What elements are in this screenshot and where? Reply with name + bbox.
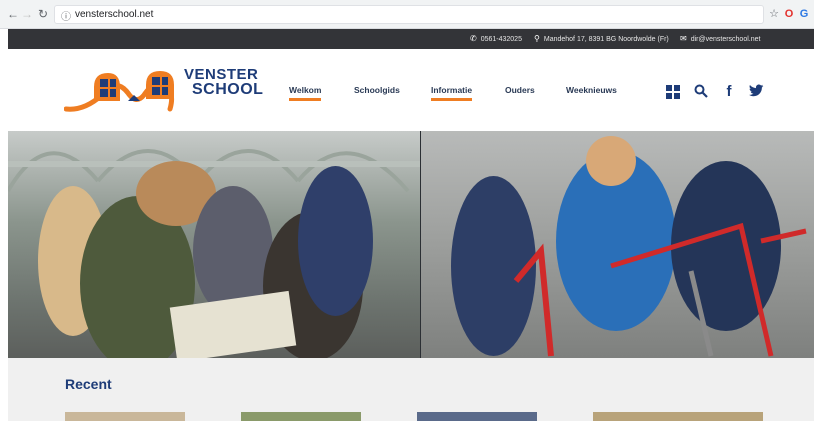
logo-line-1: VENSTER (184, 66, 259, 83)
website: ✆ 0561-432025 ⚲ Mandehof 17, 8391 BG Noord… (8, 29, 814, 421)
nav-item-welkom[interactable]: Welkom (289, 85, 322, 105)
nav-item-schoolgids[interactable]: Schoolgids (354, 85, 400, 105)
envelope-icon: ✉ (680, 34, 687, 43)
contact-bar: ✆ 0561-432025 ⚲ Mandehof 17, 8391 BG Noord… (8, 29, 814, 49)
go-kart-frames (513, 222, 807, 357)
recent-section: Recent (8, 358, 814, 421)
logo-line-2: SCHOOL (192, 81, 264, 98)
recent-post-thumbnail[interactable] (241, 412, 361, 421)
opera-icon[interactable]: O (783, 8, 795, 20)
back-arrow-icon[interactable]: ← (6, 7, 20, 21)
search-icon[interactable] (693, 84, 709, 100)
hero-photo-children-reading (8, 131, 420, 358)
recent-heading: Recent (65, 376, 112, 392)
nav-item-ouders[interactable]: Ouders (505, 85, 535, 105)
email-contact[interactable]: ✉ dir@vensterschool.net (680, 34, 760, 43)
reload-icon[interactable]: ↻ (36, 7, 50, 21)
info-icon[interactable]: ⓘ (61, 8, 71, 23)
address-contact[interactable]: ⚲ Mandehof 17, 8391 BG Noordwolde (Fr) (534, 34, 669, 43)
nav-item-weeknieuws[interactable]: Weeknieuws (566, 85, 617, 105)
recent-post-thumbnail[interactable] (65, 412, 185, 421)
star-icon[interactable]: ☆ (768, 8, 780, 20)
phone-icon: ✆ (470, 34, 477, 43)
address-bar[interactable]: ⓘ vensterschool.net (54, 5, 764, 24)
twitter-icon[interactable] (748, 84, 764, 100)
location-pin-icon: ⚲ (534, 34, 540, 43)
recent-post-thumbnail[interactable] (417, 412, 537, 421)
email-text: dir@vensterschool.net (690, 36, 761, 43)
grid-menu-icon[interactable] (666, 84, 682, 100)
url-text[interactable]: vensterschool.net (75, 9, 153, 20)
child-navy-coat (298, 166, 373, 316)
school-logo[interactable]: VENSTER SCHOOL (63, 65, 264, 117)
forward-arrow-icon[interactable]: → (20, 7, 34, 21)
extension-icon[interactable]: G (798, 8, 810, 20)
phone-text: 0561-432025 (480, 36, 522, 43)
nav-item-informatie[interactable]: Informatie (431, 85, 473, 105)
hero-photo-boys-on-bikes (421, 131, 814, 358)
browser-toolbar: ← → ↻ ⓘ vensterschool.net ☆ O G (0, 0, 814, 29)
hero-banner (8, 131, 814, 358)
facebook-icon[interactable]: f (721, 84, 737, 100)
logo-wordmark: VENSTER SCHOOL (184, 66, 264, 98)
site-header: VENSTER SCHOOL Welkom Schoolgids Informa… (8, 49, 814, 131)
recent-post-thumbnail[interactable] (593, 412, 763, 421)
address-text: Mandehof 17, 8391 BG Noordwolde (Fr) (543, 36, 669, 43)
phone-contact[interactable]: ✆ 0561-432025 (470, 34, 522, 43)
